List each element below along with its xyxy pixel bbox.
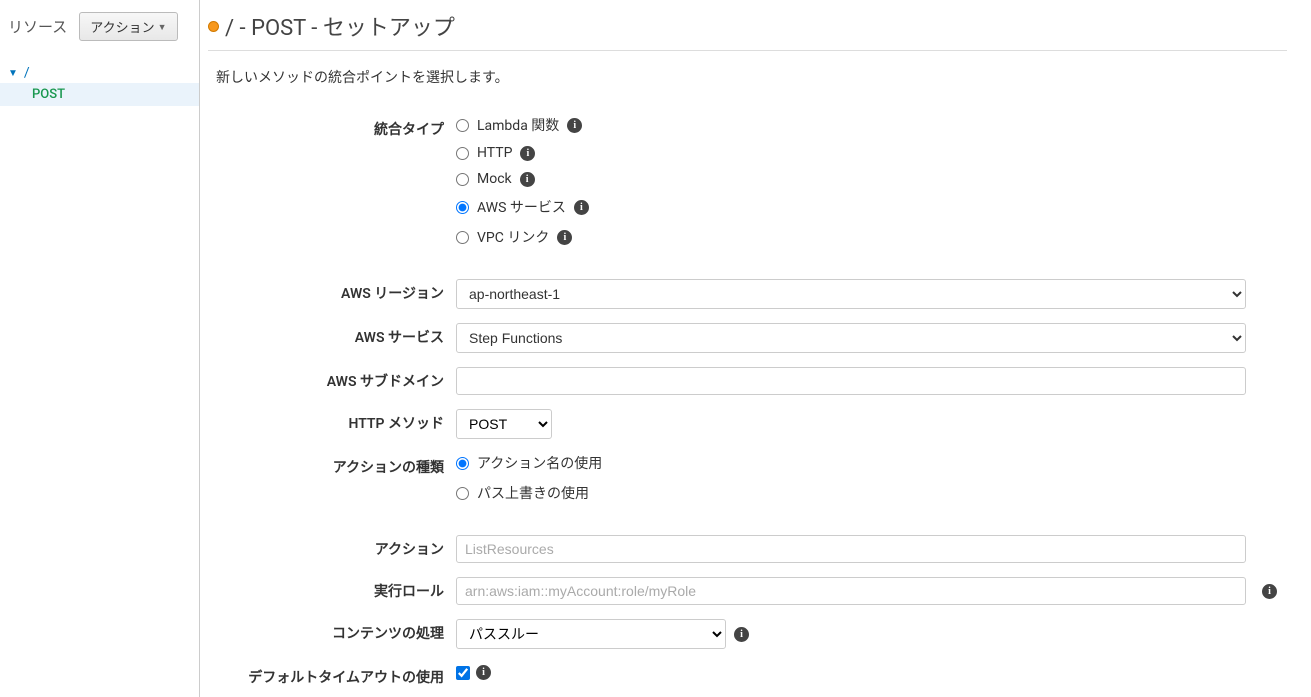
aws-subdomain-label: AWS サブドメイン — [216, 367, 456, 391]
radio-action-name-label: アクション名の使用 — [477, 453, 602, 473]
radio-action-path[interactable] — [456, 487, 469, 500]
aws-service-label: AWS サービス — [216, 323, 456, 347]
info-icon[interactable]: i — [557, 230, 572, 245]
radio-http[interactable] — [456, 147, 469, 160]
resource-tree: ▼ / POST — [0, 63, 199, 106]
title-row: / - POST - セットアップ — [208, 0, 1287, 51]
info-icon[interactable]: i — [734, 627, 749, 642]
intro-text: 新しいメソッドの統合ポイントを選択します。 — [208, 67, 1287, 87]
tree-method-label: POST — [32, 87, 65, 102]
radio-mock[interactable] — [456, 173, 469, 186]
aws-region-row: AWS リージョン ap-northeast-1 — [216, 279, 1287, 309]
integration-type-aws[interactable]: AWS サービス i — [456, 197, 1287, 217]
radio-vpc-label: VPC リンク — [477, 227, 549, 247]
sidebar-title: リソース — [8, 16, 67, 37]
radio-lambda-label: Lambda 関数 — [477, 115, 559, 135]
integration-type-row: 統合タイプ Lambda 関数 i HTTP i Mock — [216, 115, 1287, 247]
action-input[interactable] — [456, 535, 1246, 563]
info-icon[interactable]: i — [520, 146, 535, 161]
tree-root-label: / — [24, 65, 30, 81]
sidebar: リソース アクション ▼ ▼ / POST — [0, 0, 200, 697]
integration-type-label: 統合タイプ — [216, 115, 456, 139]
info-icon[interactable]: i — [574, 200, 589, 215]
sidebar-header: リソース アクション ▼ — [0, 8, 199, 45]
default-timeout-row: デフォルトタイムアウトの使用 i — [216, 663, 1287, 687]
aws-service-row: AWS サービス Step Functions — [216, 323, 1287, 353]
http-method-label: HTTP メソッド — [216, 409, 456, 433]
actions-button-label: アクション — [90, 17, 154, 36]
info-icon[interactable]: i — [1262, 584, 1277, 599]
http-method-select[interactable]: POST — [456, 409, 552, 439]
default-timeout-label: デフォルトタイムアウトの使用 — [216, 663, 456, 687]
action-row: アクション — [216, 535, 1287, 563]
tree-root-item[interactable]: ▼ / — [0, 63, 199, 83]
aws-service-select[interactable]: Step Functions — [456, 323, 1246, 353]
info-icon[interactable]: i — [476, 665, 491, 680]
caret-down-icon: ▼ — [158, 22, 167, 32]
tree-method-item[interactable]: POST — [0, 83, 199, 106]
aws-region-select[interactable]: ap-northeast-1 — [456, 279, 1246, 309]
default-timeout-checkbox[interactable] — [456, 666, 470, 680]
integration-type-http[interactable]: HTTP i — [456, 145, 1287, 161]
action-type-row: アクションの種類 アクション名の使用 パス上書きの使用 — [216, 453, 1287, 503]
aws-region-label: AWS リージョン — [216, 279, 456, 303]
page-title: / - POST - セットアップ — [225, 10, 455, 42]
execution-role-input[interactable] — [456, 577, 1246, 605]
execution-role-row: 実行ロール i — [216, 577, 1287, 605]
aws-subdomain-input[interactable] — [456, 367, 1246, 395]
content-handling-label: コンテンツの処理 — [216, 619, 456, 643]
status-dot-icon — [208, 21, 219, 32]
action-type-label: アクションの種類 — [216, 453, 456, 477]
actions-button[interactable]: アクション ▼ — [79, 12, 177, 41]
aws-subdomain-row: AWS サブドメイン — [216, 367, 1287, 395]
http-method-row: HTTP メソッド POST — [216, 409, 1287, 439]
content-handling-select[interactable]: パススルー — [456, 619, 726, 649]
radio-aws[interactable] — [456, 201, 469, 214]
radio-vpc[interactable] — [456, 231, 469, 244]
radio-action-name[interactable] — [456, 457, 469, 470]
radio-aws-label: AWS サービス — [477, 197, 566, 217]
integration-type-mock[interactable]: Mock i — [456, 171, 1287, 187]
radio-lambda[interactable] — [456, 119, 469, 132]
radio-action-path-label: パス上書きの使用 — [477, 483, 589, 503]
info-icon[interactable]: i — [520, 172, 535, 187]
execution-role-label: 実行ロール — [216, 577, 456, 601]
integration-type-lambda[interactable]: Lambda 関数 i — [456, 115, 1287, 135]
action-label: アクション — [216, 535, 456, 559]
content-handling-row: コンテンツの処理 パススルー i — [216, 619, 1287, 649]
radio-mock-label: Mock — [477, 171, 512, 187]
action-type-name[interactable]: アクション名の使用 — [456, 453, 1287, 473]
main-content: / - POST - セットアップ 新しいメソッドの統合ポイントを選択します。 … — [200, 0, 1311, 697]
setup-form: 統合タイプ Lambda 関数 i HTTP i Mock — [208, 115, 1287, 687]
caret-down-icon: ▼ — [8, 68, 18, 79]
info-icon[interactable]: i — [567, 118, 582, 133]
action-type-path[interactable]: パス上書きの使用 — [456, 483, 1287, 503]
integration-type-vpc[interactable]: VPC リンク i — [456, 227, 1287, 247]
radio-http-label: HTTP — [477, 145, 512, 161]
